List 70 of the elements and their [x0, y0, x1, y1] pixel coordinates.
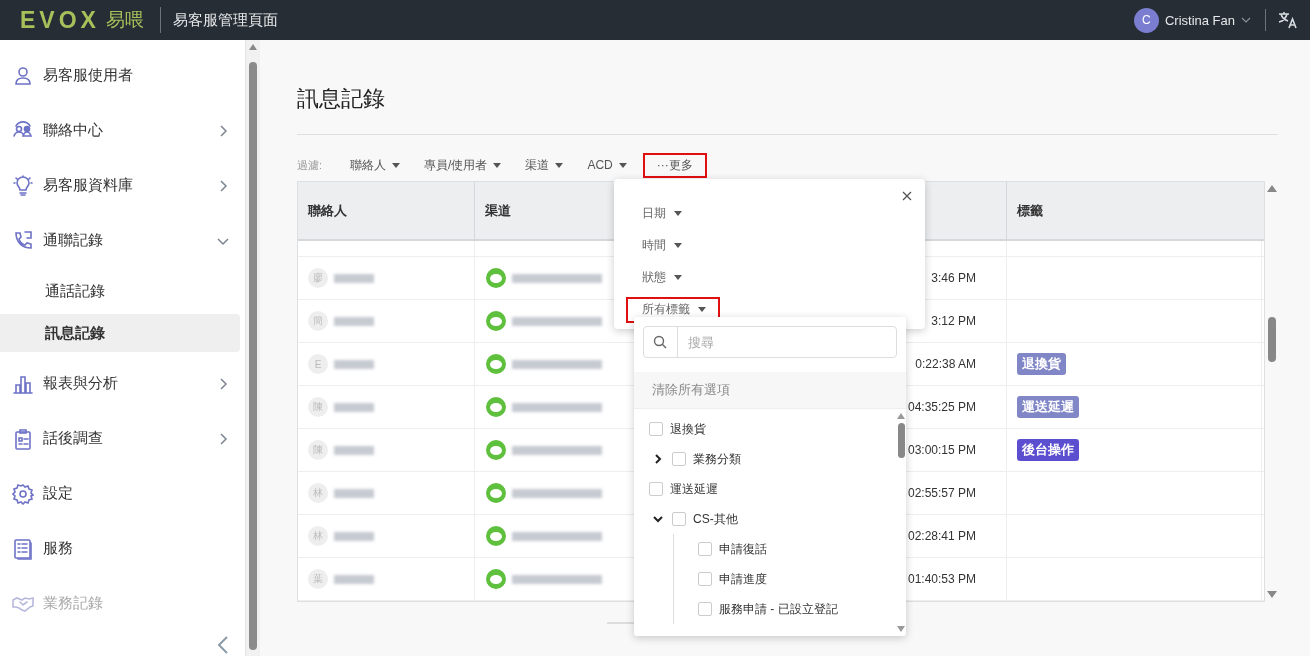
checkbox[interactable] — [698, 542, 712, 556]
filter-dropdown[interactable]: 專員/使用者 — [416, 152, 510, 178]
phone-icon — [12, 229, 34, 252]
filter-dropdown[interactable]: ACD — [579, 154, 635, 176]
search-field[interactable]: 搜尋 — [643, 326, 897, 358]
redacted-name — [334, 359, 374, 369]
scroll-thumb[interactable] — [249, 62, 258, 650]
sidebar-scrollbar[interactable] — [245, 40, 260, 656]
checkbox[interactable] — [698, 572, 712, 586]
tag-option[interactable]: 申請復話 — [719, 540, 767, 558]
redacted-name — [334, 445, 374, 455]
clear-all-option[interactable]: 清除所有選項 — [634, 372, 906, 409]
redacted-name — [334, 531, 374, 541]
logo-suffix: 易喂 — [105, 7, 161, 33]
filter-dropdown[interactable]: 日期 — [626, 201, 696, 227]
sidebar-item[interactable]: 易客服使用者 — [0, 48, 246, 103]
sidebar-item[interactable]: 通聯記錄 — [0, 213, 246, 268]
checkbox[interactable] — [649, 482, 663, 496]
caret-right-icon[interactable] — [653, 454, 663, 464]
sidebar-item[interactable]: 聯絡中心 — [0, 103, 246, 158]
sidebar-item[interactable]: 服務 — [0, 521, 246, 576]
scroll-down-icon[interactable] — [897, 626, 905, 632]
app-title: 易客服管理頁面 — [172, 10, 278, 30]
chevron-down-icon[interactable] — [1241, 17, 1251, 23]
user-name[interactable]: Cristina Fan — [1164, 12, 1235, 28]
tag-badge: 後台操作 — [1017, 439, 1079, 461]
tag-option[interactable]: 申請進度 — [719, 570, 767, 588]
filter-label: 過濾: — [297, 157, 323, 173]
checkbox[interactable] — [649, 422, 663, 436]
column-header: 聯絡人 — [298, 182, 475, 239]
tag-badge: 運送延遲 — [1017, 396, 1079, 418]
caret-down-icon[interactable] — [653, 514, 663, 524]
redacted-name — [334, 574, 374, 584]
more-filters-button[interactable]: ···更多 — [642, 152, 707, 178]
close-icon[interactable] — [902, 191, 912, 201]
search-icon — [653, 335, 667, 349]
sidebar-subitem[interactable]: 訊息記錄 — [0, 314, 241, 352]
redacted-name — [334, 316, 374, 326]
bulb-icon — [12, 174, 34, 197]
logo: EVOX — [20, 6, 100, 34]
filter-dropdown[interactable]: 聯絡人 — [342, 152, 409, 178]
checkbox[interactable] — [672, 452, 686, 466]
gear-icon — [12, 482, 34, 505]
page-title: 訊息記錄 — [297, 85, 386, 113]
tag-option[interactable]: 服務申請 - 已設立登記 — [719, 600, 838, 618]
redacted-name — [334, 402, 374, 412]
redacted-name — [334, 273, 374, 283]
scroll-thumb[interactable] — [897, 423, 905, 458]
sidebar-item[interactable]: 話後調查 — [0, 411, 246, 466]
sidebar-item[interactable]: 設定 — [0, 466, 246, 521]
list-icon — [12, 537, 34, 560]
collapse-chevron-icon[interactable] — [217, 636, 230, 654]
sidebar-item[interactable]: 報表與分析 — [0, 356, 246, 411]
user-avatar[interactable]: C — [1133, 7, 1159, 33]
scroll-down-icon[interactable] — [1266, 591, 1277, 598]
column-header: 標籤 — [1015, 201, 1044, 220]
scroll-up-icon[interactable] — [1266, 185, 1277, 192]
tag-badge: 退換貨 — [1017, 353, 1066, 375]
sidebar-subitem[interactable]: 通話記錄 — [0, 272, 241, 310]
clipboard-icon — [12, 427, 34, 450]
redacted-name — [334, 488, 374, 498]
filter-dropdown[interactable]: 渠道 — [517, 152, 572, 178]
user-icon — [12, 64, 34, 87]
scroll-thumb[interactable] — [1267, 317, 1276, 362]
translate-icon[interactable] — [1278, 11, 1298, 29]
scroll-up-icon[interactable] — [897, 413, 905, 419]
filter-dropdown[interactable]: 狀態 — [626, 265, 696, 291]
checkbox[interactable] — [672, 512, 686, 526]
checkbox[interactable] — [698, 602, 712, 616]
sidebar-item[interactable]: 易客服資料庫 — [0, 158, 246, 213]
